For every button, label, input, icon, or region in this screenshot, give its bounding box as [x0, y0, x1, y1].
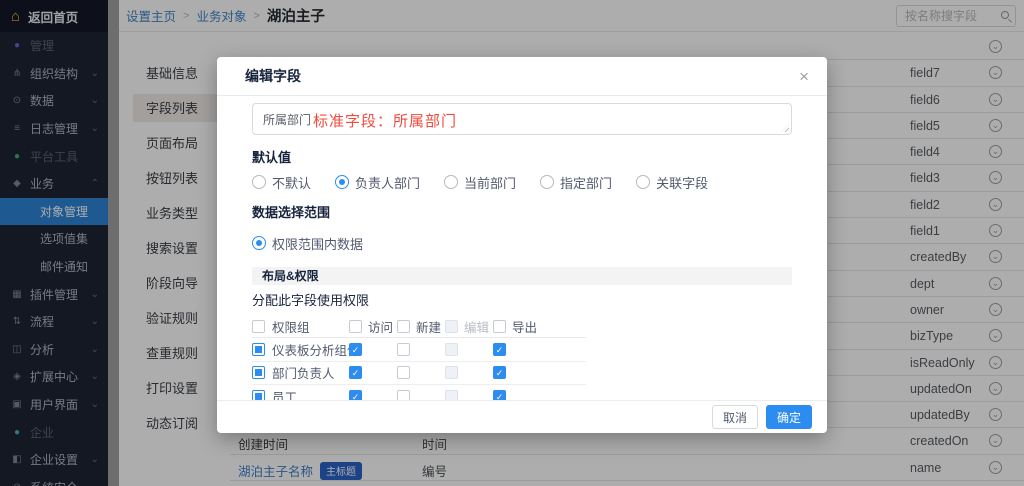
confirm-button[interactable]: 确定 — [766, 405, 812, 429]
radio-icon — [444, 175, 458, 189]
checkbox[interactable] — [493, 320, 506, 333]
radio-label: 当前部门 — [464, 173, 516, 192]
checkbox[interactable] — [397, 343, 410, 356]
checkbox[interactable] — [397, 390, 410, 400]
permission-row: 员工 ✓ ✓ — [252, 385, 586, 400]
checkbox[interactable]: ✓ — [349, 366, 362, 379]
checkbox[interactable]: ✓ — [493, 343, 506, 356]
radio-icon — [540, 175, 554, 189]
app-screen: ⌂ 返回首页 ●管理⋔组织结构⌄⊙数据⌄≡日志管理⌄●平台工具◆业务⌃对象管理选… — [0, 0, 1024, 486]
checkbox[interactable]: ✓ — [493, 390, 506, 400]
permission-group-name: 员工 — [272, 387, 297, 400]
resize-handle-icon[interactable] — [781, 124, 789, 132]
checkbox[interactable] — [252, 320, 265, 333]
checkbox[interactable] — [397, 366, 410, 379]
annotation-text: 标准字段：所属部门 — [313, 110, 457, 131]
checkbox — [445, 320, 458, 333]
radio-负责人部门[interactable]: 负责人部门 — [335, 173, 420, 192]
field-name-value: 所属部门 — [263, 113, 311, 127]
modal-body: 所属部门 标准字段：所属部门 默认值 不默认负责人部门当前部门指定部门关联字段 … — [217, 97, 827, 400]
cancel-button[interactable]: 取消 — [712, 405, 758, 429]
radio-权限范围内数据[interactable]: 权限范围内数据 — [252, 234, 363, 253]
checkbox[interactable] — [397, 320, 410, 333]
radio-label: 负责人部门 — [355, 173, 420, 192]
data-scope-options: 权限范围内数据 — [252, 235, 792, 251]
radio-icon — [252, 236, 266, 250]
assign-permission-label: 分配此字段使用权限 — [252, 290, 792, 309]
radio-当前部门[interactable]: 当前部门 — [444, 173, 516, 192]
radio-label: 指定部门 — [560, 173, 612, 192]
permission-table: 权限组访问新建编辑导出仪表板分析组件✓✓部门负责人✓✓员工✓✓部门管理员✓✓ — [252, 316, 586, 400]
edit-field-modal: 编辑字段 × 所属部门 标准字段：所属部门 默认值 不默认 负责人部门 当前部门 指定… — [217, 57, 827, 433]
radio-icon — [636, 175, 650, 189]
radio-label: 关联字段 — [656, 173, 708, 192]
radio-指定部门[interactable]: 指定部门 — [540, 173, 612, 192]
radio-icon — [335, 175, 349, 189]
checkbox[interactable] — [349, 320, 362, 333]
layout-permission-section-bar: 布局&权限 — [252, 267, 792, 285]
modal-header: 编辑字段 × — [217, 57, 827, 96]
radio-关联字段[interactable]: 关联字段 — [636, 173, 708, 192]
permission-header-row: 权限组 访问 新建 编辑 导出 — [252, 316, 586, 338]
default-value-label: 默认值 — [252, 147, 792, 166]
permission-row: 仪表板分析组件✓✓ — [252, 338, 586, 362]
permission-group-name: 仪表板分析组件 — [272, 340, 360, 359]
checkbox[interactable] — [252, 343, 265, 356]
perm-col-header: 新建 — [416, 317, 441, 336]
radio-label: 权限范围内数据 — [272, 234, 363, 253]
data-scope-label: 数据选择范围 — [252, 202, 792, 221]
perm-group-header: 权限组 — [272, 317, 310, 336]
checkbox — [445, 343, 458, 356]
radio-icon — [252, 175, 266, 189]
modal-title: 编辑字段 — [245, 66, 301, 86]
perm-col-header: 编辑 — [464, 317, 489, 336]
checkbox[interactable]: ✓ — [349, 390, 362, 400]
checkbox — [445, 366, 458, 379]
modal-footer: 取消 确定 — [217, 400, 827, 433]
permission-group-name: 部门负责人 — [272, 363, 335, 382]
permission-row: 部门负责人 ✓ ✓ — [252, 362, 586, 386]
checkbox[interactable] — [252, 366, 265, 379]
radio-不默认[interactable]: 不默认 — [252, 173, 311, 192]
perm-col-header: 访问 — [368, 317, 393, 336]
checkbox[interactable]: ✓ — [493, 366, 506, 379]
close-icon[interactable]: × — [799, 68, 809, 85]
checkbox[interactable]: ✓ — [349, 343, 362, 356]
checkbox — [445, 390, 458, 400]
default-value-options: 不默认 负责人部门 当前部门 指定部门 关联字段 — [252, 174, 792, 190]
field-name-input[interactable]: 所属部门 标准字段：所属部门 — [252, 103, 792, 135]
perm-col-header: 导出 — [512, 317, 537, 336]
checkbox[interactable] — [252, 390, 265, 400]
radio-label: 不默认 — [272, 173, 311, 192]
